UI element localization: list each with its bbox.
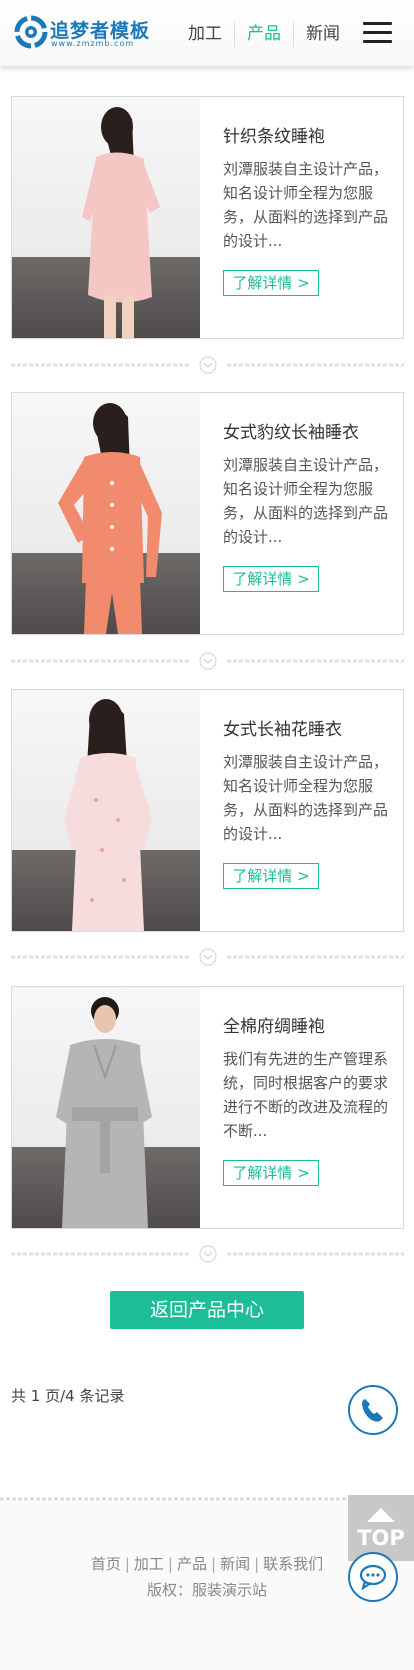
product-description: 刘潭服装自主设计产品，知名设计师全程为您服务，从面料的选择到产品的设计... [223, 456, 389, 546]
product-image[interactable] [12, 987, 200, 1228]
product-card[interactable]: 女式长袖花睡衣 刘潭服装自主设计产品，知名设计师全程为您服务，从面料的选择到产品… [11, 689, 404, 932]
main-nav: 加工 产品 新闻 [176, 22, 352, 46]
product-image[interactable] [12, 393, 200, 634]
product-details-button[interactable]: 了解详情 > [223, 270, 319, 296]
arrow-up-icon [367, 1508, 395, 1522]
chat-button[interactable] [348, 1552, 398, 1602]
hamburger-menu-icon[interactable] [363, 22, 392, 44]
phone-icon [362, 1399, 383, 1422]
footer-link-products[interactable]: 产品 [177, 1555, 207, 1573]
top-label: TOP [357, 1526, 405, 1550]
footer-link-contact[interactable]: 联系我们 [263, 1555, 323, 1573]
product-image[interactable] [12, 690, 200, 931]
pagination-info: 共 1 页/4 条记录 [11, 1387, 125, 1405]
section-divider [11, 1245, 404, 1263]
product-description: 刘潭服装自主设计产品，知名设计师全程为您服务，从面料的选择到产品的设计... [223, 160, 389, 250]
nav-item-process[interactable]: 加工 [176, 22, 234, 46]
chat-bubble-icon [359, 1564, 387, 1590]
site-header: 追梦者模板 www.zmzmb.com 加工 产品 新闻 [0, 0, 414, 66]
product-card[interactable]: 女式豹纹长袖睡衣 刘潭服装自主设计产品，知名设计师全程为您服务，从面料的选择到产… [11, 392, 404, 635]
section-divider [11, 356, 404, 374]
product-card[interactable]: 针织条纹睡袍 刘潭服装自主设计产品，知名设计师全程为您服务，从面料的选择到产品的… [11, 96, 404, 339]
product-title[interactable]: 女式长袖花睡衣 [223, 715, 342, 740]
nav-item-products[interactable]: 产品 [234, 22, 293, 46]
product-card[interactable]: 全棉府绸睡袍 我们有先进的生产管理系统，同时根据客户的要求进行不断的改进及流程的… [11, 986, 404, 1229]
logo-subtext: www.zmzmb.com [51, 39, 135, 48]
product-description: 刘潭服装自主设计产品，知名设计师全程为您服务，从面料的选择到产品的设计... [223, 753, 389, 843]
product-details-button[interactable]: 了解详情 > [223, 1160, 319, 1186]
site-logo[interactable]: 追梦者模板 www.zmzmb.com [14, 15, 149, 49]
product-details-button[interactable]: 了解详情 > [223, 863, 319, 889]
product-title[interactable]: 女式豹纹长袖睡衣 [223, 418, 359, 443]
product-details-button[interactable]: 了解详情 > [223, 566, 319, 592]
product-title[interactable]: 全棉府绸睡袍 [223, 1012, 325, 1037]
logo-mark-icon [14, 15, 48, 49]
back-to-top-button[interactable]: TOP [348, 1495, 414, 1561]
product-title[interactable]: 针织条纹睡袍 [223, 122, 325, 147]
footer-link-home[interactable]: 首页 [91, 1555, 121, 1573]
nav-item-news[interactable]: 新闻 [293, 22, 352, 46]
footer-link-process[interactable]: 加工 [134, 1555, 164, 1573]
section-divider [11, 652, 404, 670]
section-divider [11, 948, 404, 966]
product-image[interactable] [12, 97, 200, 338]
phone-button[interactable] [348, 1385, 398, 1435]
footer-link-news[interactable]: 新闻 [220, 1555, 250, 1573]
product-description: 我们有先进的生产管理系统，同时根据客户的要求进行不断的改进及流程的不断... [223, 1050, 389, 1140]
back-to-products-button[interactable]: 返回产品中心 [110, 1291, 304, 1329]
